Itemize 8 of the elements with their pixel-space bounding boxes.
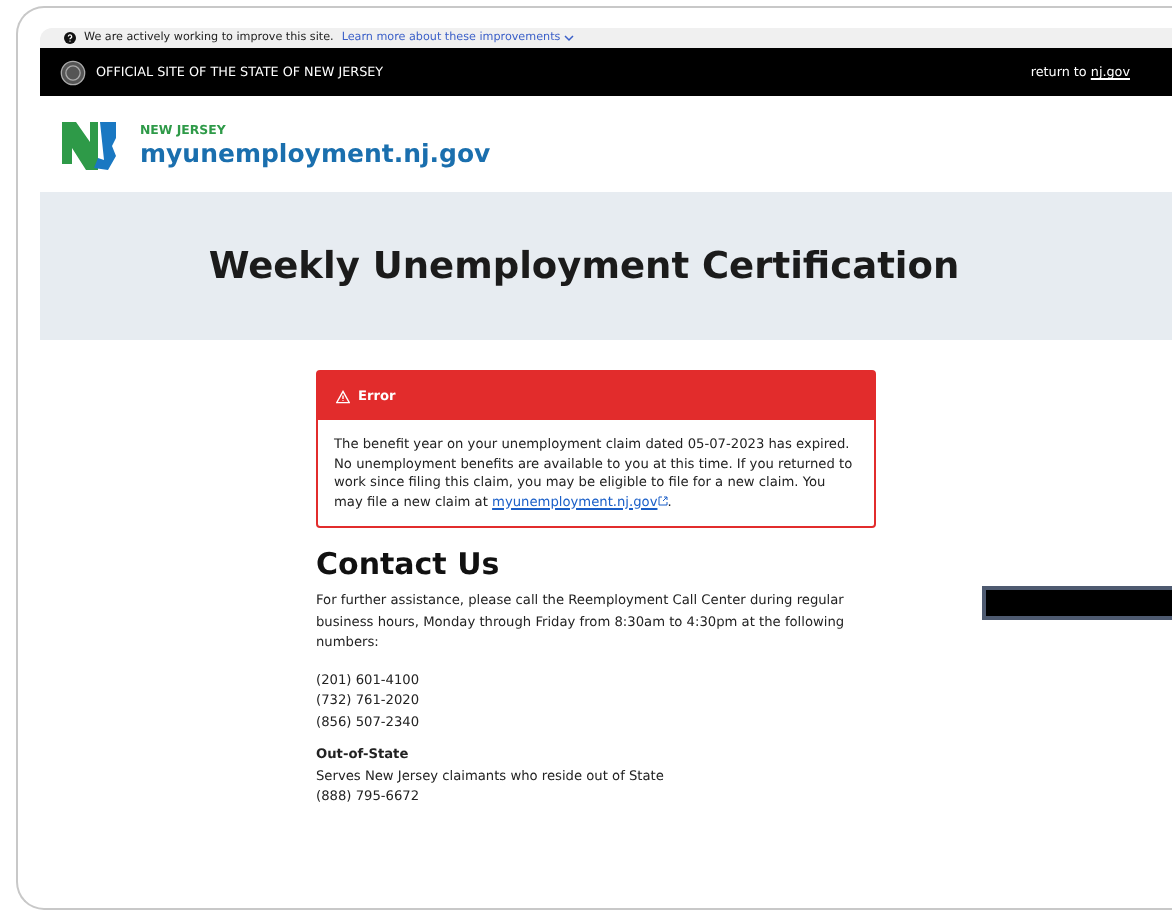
state-seal-icon	[60, 59, 86, 85]
warning-icon	[336, 389, 350, 403]
page-title: Weekly Unemployment Certification	[208, 245, 960, 287]
site-name[interactable]: myunemployment.nj.gov	[140, 137, 491, 167]
help-icon	[64, 32, 76, 44]
external-link-icon	[657, 495, 668, 505]
contact-heading: Contact Us	[316, 546, 502, 582]
chevron-down-icon	[564, 34, 575, 42]
